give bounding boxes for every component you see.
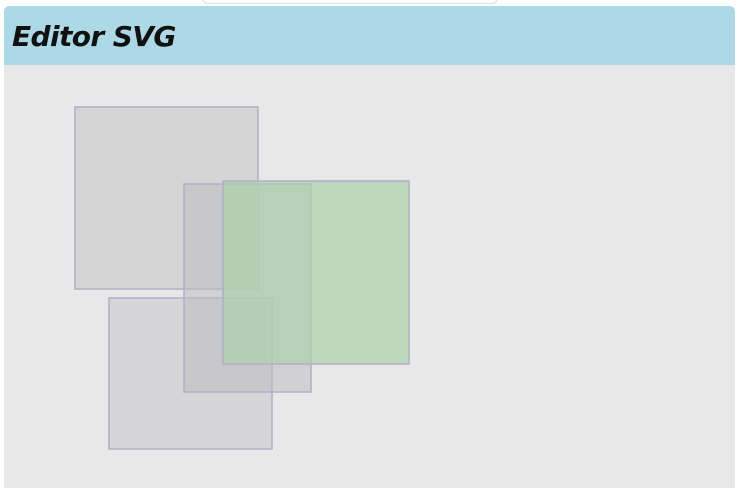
editor-header: Editor SVG	[4, 6, 735, 65]
top-tab-edge	[202, 0, 498, 4]
svg-editor-panel: Editor SVG	[4, 6, 735, 488]
svg-canvas[interactable]	[4, 65, 735, 488]
svg-drawing[interactable]	[4, 65, 735, 488]
svg-rectangle-green[interactable]	[222, 180, 410, 365]
editor-title: Editor SVG	[12, 20, 176, 53]
